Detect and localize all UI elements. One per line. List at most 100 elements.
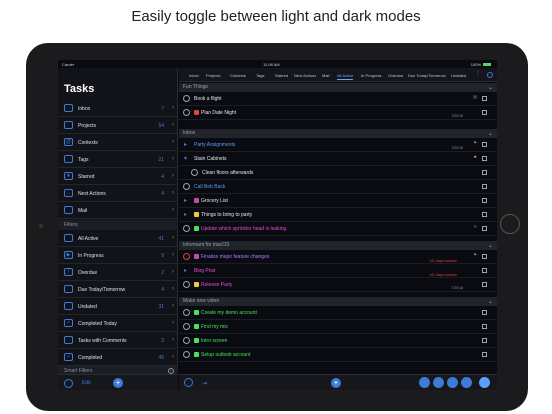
edit-button[interactable]: Edit (82, 380, 91, 386)
filter-overdue[interactable]: ! Overdue 2 › (58, 264, 178, 281)
sidebar-item-count: 4 (161, 191, 164, 197)
task-row[interactable]: ▾ Stain Cabinets ★ (179, 152, 497, 166)
task-checkbox[interactable] (183, 337, 190, 344)
filter-due-today-tomorrow[interactable]: Due Today/Tomorrow 4 › (58, 281, 178, 298)
task-row[interactable]: Call Bob Back (179, 180, 497, 194)
chevron-right-icon: › (172, 354, 174, 360)
task-row[interactable]: Update which sprinkler head is leaking ↻ (179, 222, 497, 236)
sidebar-item-projects[interactable]: Projects 54 › (58, 117, 178, 134)
disclosure-icon[interactable]: ▸ (184, 267, 187, 274)
filter-tasks-with-comments[interactable]: Tasks with Comments 3 › (58, 332, 178, 349)
action-button-4[interactable] (461, 377, 472, 388)
task-checkbox[interactable] (183, 109, 190, 116)
task-date: 7/20/18 (451, 286, 463, 290)
filter-count: 41 (158, 236, 164, 242)
more-tabs-icon[interactable]: ⋮ (475, 70, 481, 77)
sidebar-item-tags[interactable]: Tags 21 › (58, 151, 178, 168)
task-checkbox[interactable] (183, 183, 190, 190)
select-box[interactable] (482, 198, 487, 203)
battery-icon (483, 63, 491, 67)
tab-due-today-tomorrow[interactable]: Due Today/Tomorrow (408, 73, 446, 78)
sidebar-item-next-actions[interactable]: → Next Actions 4 › (58, 185, 178, 202)
task-checkbox[interactable] (191, 169, 198, 176)
task-row[interactable]: ▸ Party Assignments 7/20/18 ⚑ (179, 138, 497, 152)
select-box[interactable] (482, 184, 487, 189)
tab-projects[interactable]: Projects (206, 73, 220, 78)
action-button-3[interactable] (447, 377, 458, 388)
task-checkbox[interactable] (183, 309, 190, 316)
task-checkbox[interactable] (183, 281, 190, 288)
select-box[interactable] (482, 324, 487, 329)
section-header[interactable]: Informant for macOS ⌄ (179, 241, 497, 250)
disclosure-icon[interactable]: ▸ (184, 197, 187, 204)
select-box[interactable] (482, 156, 487, 161)
disclosure-icon[interactable]: ▸ (184, 211, 187, 218)
task-checkbox[interactable] (183, 95, 190, 102)
tab-tags[interactable]: Tags (256, 73, 264, 78)
task-row[interactable]: Finalize major feature changes 141 days … (179, 250, 497, 264)
select-box[interactable] (482, 254, 487, 259)
task-row[interactable]: Clean floors afterwards (179, 166, 497, 180)
disclosure-open-icon[interactable]: ▾ (184, 155, 187, 162)
action-button-2[interactable] (433, 377, 444, 388)
indent-icon[interactable]: ⇥ (202, 380, 207, 387)
disclosure-icon[interactable]: ▸ (184, 141, 187, 148)
task-row[interactable]: Intro screen (179, 334, 497, 348)
tab-starred[interactable]: Starred (275, 73, 288, 78)
menu-icon[interactable] (184, 378, 193, 387)
tab-all-active[interactable]: All Active (337, 73, 354, 80)
task-row[interactable]: Find my mic (179, 320, 497, 334)
sidebar-item-mail[interactable]: Mail › (58, 202, 178, 219)
menu-icon[interactable] (64, 379, 73, 388)
task-checkbox[interactable] (183, 253, 190, 260)
sidebar-item-contexts[interactable]: @ Contexts › (58, 134, 178, 151)
task-row[interactable]: ▸ Blog Post 141 days overdue (179, 264, 497, 278)
tab-next-actions[interactable]: Next Actions (294, 73, 316, 78)
filter-all-active[interactable]: All Active 41 › (58, 230, 178, 247)
select-box[interactable] (482, 142, 487, 147)
task-row[interactable]: ▸ Grocery List (179, 194, 497, 208)
select-box[interactable] (482, 352, 487, 357)
sidebar-item-starred[interactable]: ★ Starred 4 › (58, 168, 178, 185)
section-header[interactable]: Fun Things ⌄ (179, 83, 497, 92)
home-button[interactable] (500, 214, 520, 234)
tab-contexts[interactable]: Contexts (230, 73, 246, 78)
select-box[interactable] (482, 170, 487, 175)
select-box[interactable] (482, 282, 487, 287)
filter-in-progress[interactable]: ▶ In Progress 9 › (58, 247, 178, 264)
tab-in-progress[interactable]: In Progress (361, 73, 381, 78)
select-box[interactable] (482, 226, 487, 231)
section-header[interactable]: Make new video ⌄ (179, 297, 497, 306)
task-row[interactable]: Book a flight ▤ (179, 92, 497, 106)
task-row[interactable]: ▸ Things to bring to party (179, 208, 497, 222)
tab-mail[interactable]: Mail (322, 73, 329, 78)
search-icon[interactable] (487, 72, 493, 78)
select-box[interactable] (482, 212, 487, 217)
select-box[interactable] (482, 96, 487, 101)
filter-completed[interactable]: ✓ Completed 45 › (58, 349, 178, 366)
add-task-button[interactable]: + (331, 378, 341, 388)
action-button-1[interactable] (419, 377, 430, 388)
select-box[interactable] (482, 110, 487, 115)
section-header[interactable]: Inbox ⌄ (179, 129, 497, 138)
task-row[interactable]: Create my demo account (179, 306, 497, 320)
chevron-right-icon: › (172, 269, 174, 275)
filter-undated[interactable]: Undated 31 › (58, 298, 178, 315)
task-row[interactable]: Release Party 7/20/18 (179, 278, 497, 292)
tab-undated[interactable]: Undated (451, 73, 466, 78)
done-button[interactable] (479, 377, 490, 388)
filter-label: Due Today/Tomorrow (78, 287, 126, 293)
select-box[interactable] (482, 338, 487, 343)
add-button[interactable]: + (113, 378, 123, 388)
task-checkbox[interactable] (183, 225, 190, 232)
filter-completed-today[interactable]: ✓ Completed Today › (58, 315, 178, 332)
task-checkbox[interactable] (183, 323, 190, 330)
select-box[interactable] (482, 268, 487, 273)
tab-inbox[interactable]: Inbox (189, 73, 199, 78)
tab-overdue[interactable]: Overdue (388, 73, 403, 78)
sidebar-item-inbox[interactable]: Inbox 7 › (58, 100, 178, 117)
task-row[interactable]: Plan Date Night 7/20/18 (179, 106, 497, 120)
task-row[interactable]: Setup outlook account (179, 348, 497, 362)
task-checkbox[interactable] (183, 351, 190, 358)
select-box[interactable] (482, 310, 487, 315)
